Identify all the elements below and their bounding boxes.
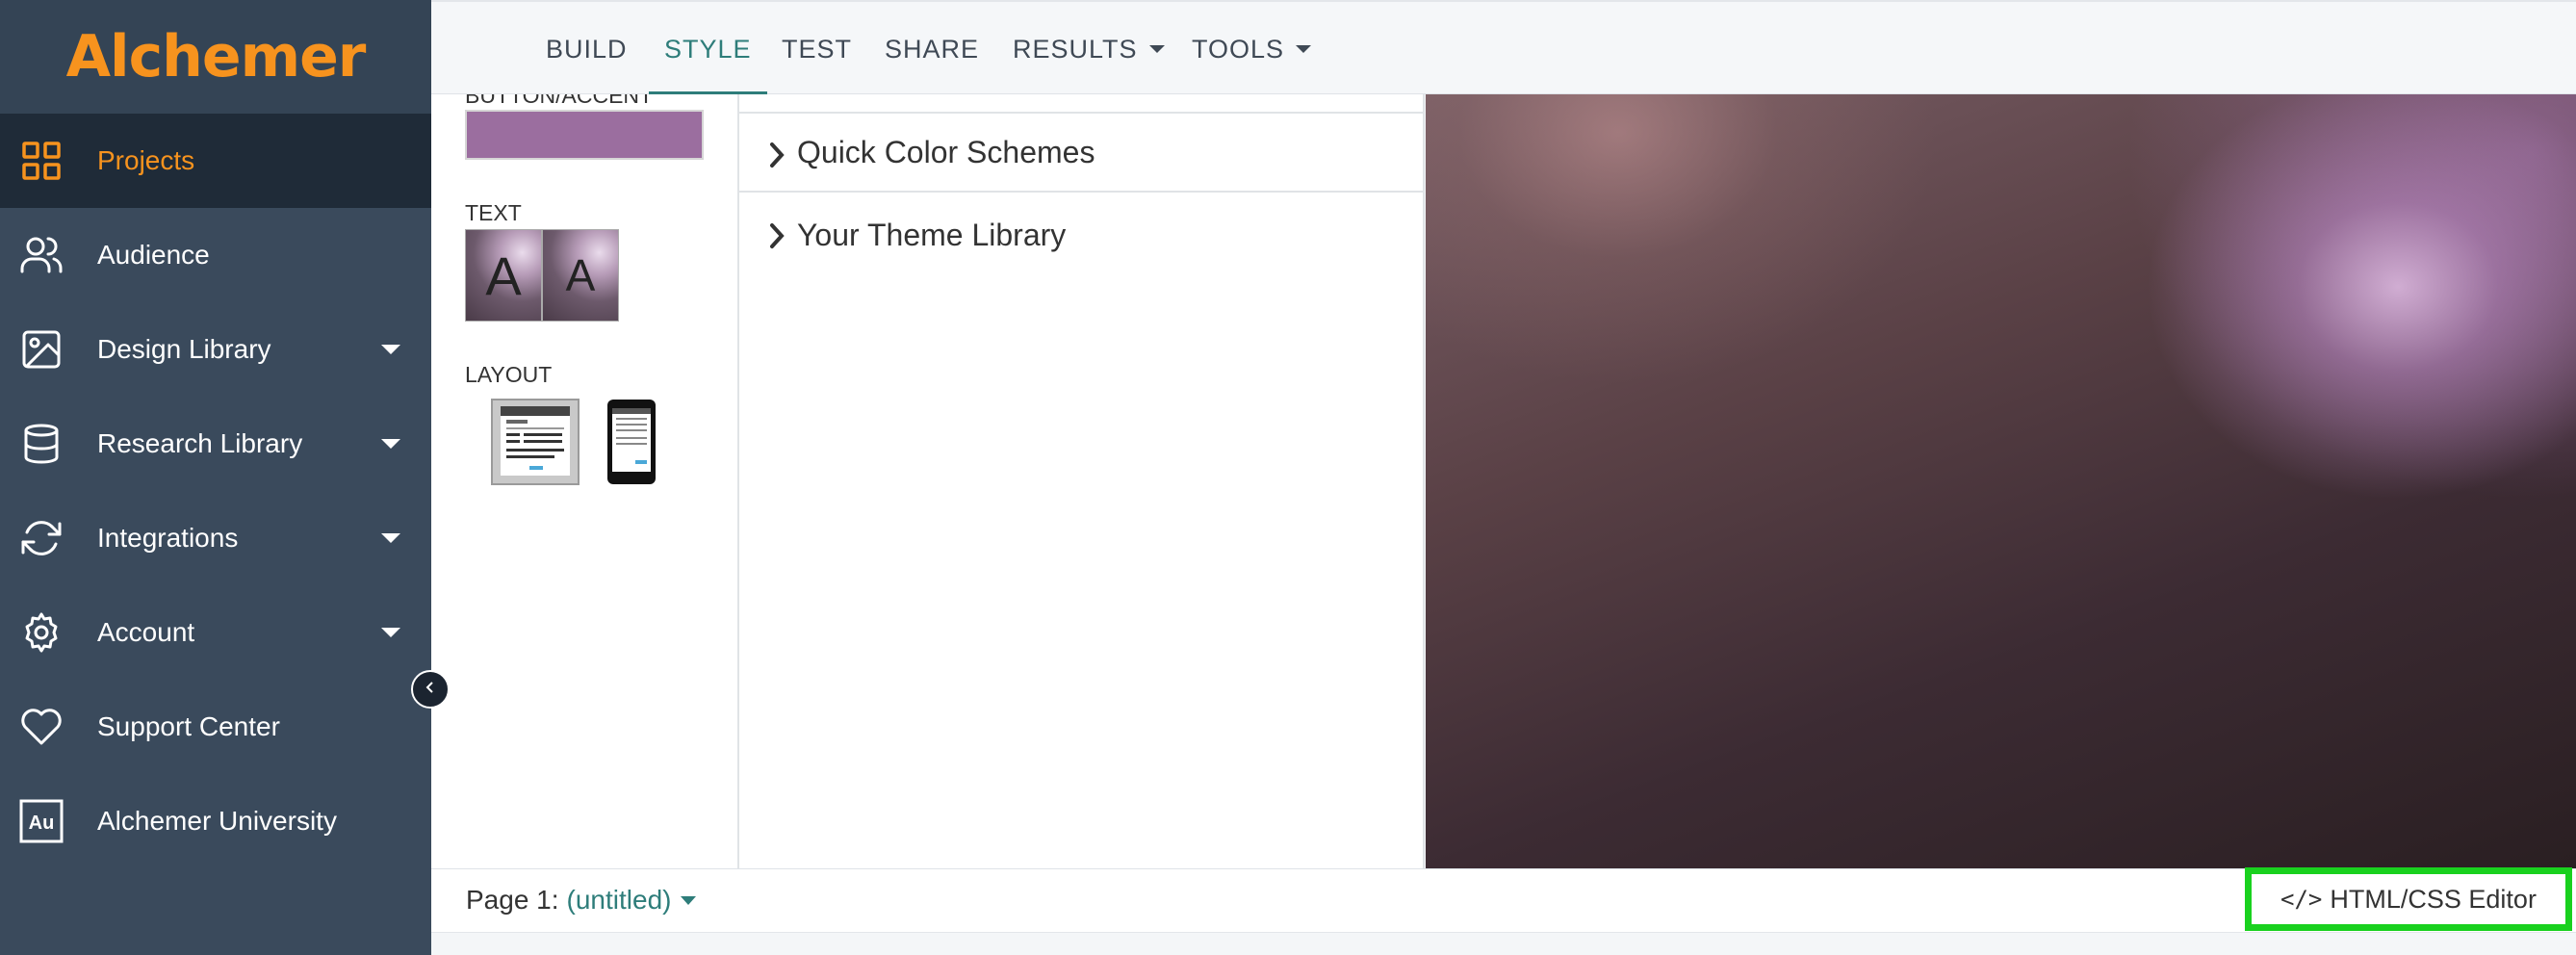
database-icon: [19, 422, 64, 466]
tab-build[interactable]: BUILD: [546, 2, 628, 96]
heart-icon: [19, 705, 64, 749]
chevron-right-icon: [768, 141, 786, 176]
page-selector[interactable]: Page 1: (untitled): [466, 885, 697, 916]
page-name: (untitled): [566, 885, 672, 915]
your-theme-library-section[interactable]: Your Theme Library: [739, 194, 1425, 275]
tab-share[interactable]: SHARE: [885, 2, 979, 96]
chevron-down-icon[interactable]: [381, 533, 400, 543]
sidebar-item-label: Research Library: [97, 428, 303, 458]
section-label: Your Theme Library: [797, 217, 1067, 252]
sidebar-item-support-center[interactable]: Support Center: [0, 680, 431, 774]
style-panel: BUTTON/ACCENT TEXT A A LAYOUT: [431, 94, 737, 868]
tab-label: BUILD: [546, 34, 628, 64]
chevron-down-icon[interactable]: [381, 439, 400, 449]
page-prefix: Page 1:: [466, 885, 559, 915]
sidebar-item-label: Support Center: [97, 711, 280, 741]
gear-icon: [19, 610, 64, 655]
image-icon: [19, 327, 64, 372]
sidebar-item-label: Alchemer University: [97, 806, 337, 836]
tab-label: RESULTS: [1013, 34, 1138, 64]
sidebar-item-alchemer-university[interactable]: Au Alchemer University: [0, 774, 431, 868]
editor-footer: Page 1: (untitled) </> HTML/CSS Editor: [431, 867, 2576, 932]
sidebar-item-integrations[interactable]: Integrations: [0, 491, 431, 585]
bottom-strip: [431, 932, 2576, 955]
refresh-icon: [19, 516, 64, 560]
layout-desktop-thumbnail[interactable]: [491, 399, 580, 490]
sidebar-item-audience[interactable]: Audience: [0, 208, 431, 302]
tab-label: STYLE: [664, 34, 752, 64]
tab-test[interactable]: TEST: [782, 2, 852, 96]
chevron-left-icon: [423, 680, 438, 700]
code-icon: </>: [2280, 886, 2323, 913]
sidebar: Alchemer Projects Audience Design Librar…: [0, 0, 431, 955]
sidebar-item-research-library[interactable]: Research Library: [0, 397, 431, 491]
sidebar-item-label: Audience: [97, 240, 210, 270]
tab-label: TEST: [782, 34, 853, 64]
sidebar-item-design-library[interactable]: Design Library: [0, 302, 431, 397]
section-label: Quick Color Schemes: [797, 134, 1095, 169]
tab-label: SHARE: [885, 34, 980, 64]
logo-text: Alchemer: [65, 23, 367, 90]
sidebar-item-projects[interactable]: Projects: [0, 114, 431, 208]
html-css-editor-button[interactable]: </> HTML/CSS Editor: [2245, 867, 2572, 931]
tab-results[interactable]: RESULTS: [1013, 2, 1165, 96]
chevron-down-icon[interactable]: [381, 345, 400, 354]
logo[interactable]: Alchemer: [0, 0, 431, 114]
svg-text:Au: Au: [29, 813, 55, 834]
au-icon: Au: [19, 799, 64, 843]
chevron-down-icon: [1296, 45, 1312, 53]
text-label: TEXT: [465, 200, 522, 225]
text-swatch-primary[interactable]: A: [465, 229, 542, 322]
tab-label: TOOLS: [1192, 34, 1285, 64]
layout-mobile-thumbnail[interactable]: [606, 399, 657, 490]
editor-button-label: HTML/CSS Editor: [2330, 884, 2537, 914]
sidebar-item-label: Projects: [97, 145, 195, 175]
sidebar-item-account[interactable]: Account: [0, 585, 431, 680]
chevron-down-icon[interactable]: [381, 628, 400, 637]
tab-style[interactable]: STYLE: [649, 2, 767, 96]
layout-label: LAYOUT: [465, 362, 553, 387]
top-nav: BUILD STYLE TEST SHARE RESULTS TOOLS: [431, 0, 2576, 96]
grid-icon: [19, 139, 64, 183]
text-sample: A: [565, 250, 596, 300]
text-swatch-secondary[interactable]: A: [542, 229, 619, 322]
tab-tools[interactable]: TOOLS: [1192, 2, 1312, 96]
users-icon: [19, 233, 64, 277]
sidebar-item-label: Integrations: [97, 523, 239, 553]
collapse-sidebar-button[interactable]: [411, 670, 450, 709]
quick-color-schemes-section[interactable]: Quick Color Schemes: [739, 112, 1425, 193]
theme-options-panel: Quick Color Schemes Your Theme Library: [737, 94, 1425, 868]
chevron-down-icon: [1148, 45, 1165, 53]
sidebar-item-label: Design Library: [97, 334, 271, 364]
button-accent-label: BUTTON/ACCENT: [465, 94, 654, 108]
chevron-right-icon: [768, 221, 786, 257]
text-sample: A: [485, 245, 522, 306]
survey-preview-background: [1426, 94, 2576, 868]
chevron-down-icon: [681, 895, 697, 905]
sidebar-item-label: Account: [97, 617, 195, 647]
button-accent-swatch[interactable]: [465, 110, 704, 160]
